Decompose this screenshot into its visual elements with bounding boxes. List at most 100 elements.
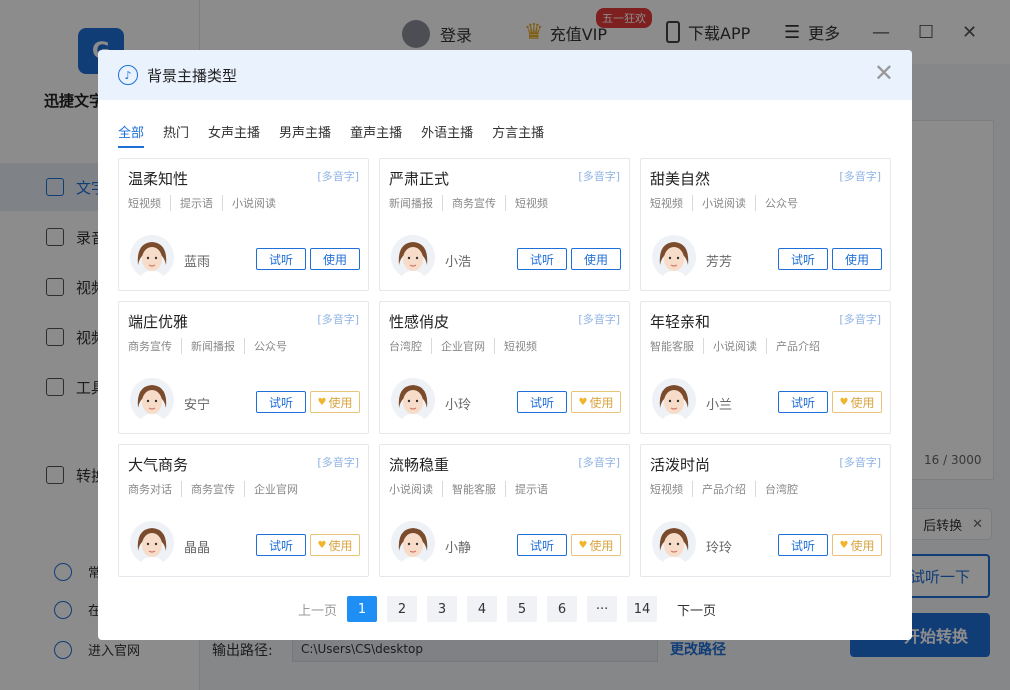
anchor-avatar <box>652 521 696 565</box>
vip-icon: ♥ <box>578 539 588 551</box>
card-tag: 企业官网 <box>254 483 298 496</box>
tab-2[interactable]: 女声主播 <box>208 122 260 148</box>
page-button[interactable]: 6 <box>547 596 578 622</box>
use-button[interactable]: ♥ 使用 <box>571 534 621 556</box>
polyphone-badge: [多音字] <box>839 456 881 469</box>
use-button[interactable]: 使用 <box>832 248 882 270</box>
card-tag: 提示语 <box>515 483 548 496</box>
card-tag: 智能客服 <box>650 338 704 354</box>
card-tag: 台湾腔 <box>389 338 432 354</box>
anchor-name: 小兰 <box>706 398 733 413</box>
card-tags: 短视频 提示语 小说阅读 <box>128 195 294 211</box>
card-title: 严肃正式 <box>389 170 450 188</box>
anchor-name: 小静 <box>445 541 472 556</box>
voice-card[interactable]: 活泼时尚 [多音字] 短视频 产品介绍 台湾腔 玲玲 试听 ♥ 使用 <box>640 444 891 577</box>
tab-4[interactable]: 童声主播 <box>350 122 402 148</box>
page-button[interactable]: ··· <box>587 596 618 622</box>
tab-1[interactable]: 热门 <box>163 122 189 148</box>
page-button[interactable]: 2 <box>387 596 418 622</box>
card-tag: 小说阅读 <box>702 195 756 211</box>
try-listen-button[interactable]: 试听 <box>517 248 567 270</box>
card-tag: 提示语 <box>180 195 223 211</box>
voice-card[interactable]: 大气商务 [多音字] 商务对话 商务宣传 企业官网 晶晶 试听 ♥ 使用 <box>118 444 369 577</box>
try-listen-button[interactable]: 试听 <box>256 391 306 413</box>
use-button[interactable]: 使用 <box>571 248 621 270</box>
polyphone-badge: [多音字] <box>578 170 620 183</box>
polyphone-badge: [多音字] <box>839 313 881 326</box>
card-tag: 短视频 <box>650 481 693 497</box>
card-title: 端庄优雅 <box>128 313 189 331</box>
use-button[interactable]: ♥ 使用 <box>832 534 882 556</box>
card-tag: 新闻播报 <box>389 195 443 211</box>
anchor-avatar <box>652 378 696 422</box>
card-tag: 公众号 <box>765 197 798 210</box>
page-button[interactable]: 5 <box>507 596 538 622</box>
card-title: 流畅稳重 <box>389 456 450 474</box>
page-button[interactable]: 4 <box>467 596 498 622</box>
card-title: 甜美自然 <box>650 170 711 188</box>
polyphone-badge: [多音字] <box>317 456 359 469</box>
tab-5[interactable]: 外语主播 <box>421 122 473 148</box>
card-tag: 短视频 <box>504 340 537 353</box>
card-tag: 商务宣传 <box>128 338 182 354</box>
anchor-name: 小玲 <box>445 398 472 413</box>
pagination: 上一页 1 2 3 4 5 6 ··· 14 下一页 <box>298 596 716 622</box>
card-tags: 短视频 小说阅读 公众号 <box>650 195 816 211</box>
try-listen-button[interactable]: 试听 <box>256 534 306 556</box>
use-button[interactable]: ♥ 使用 <box>832 391 882 413</box>
page-button[interactable]: 1 <box>347 596 378 622</box>
try-listen-button[interactable]: 试听 <box>778 534 828 556</box>
anchor-name: 晶晶 <box>184 541 211 556</box>
use-button[interactable]: 使用 <box>310 248 360 270</box>
voice-card[interactable]: 温柔知性 [多音字] 短视频 提示语 小说阅读 蓝雨 试听 使用 <box>118 158 369 291</box>
card-title: 年轻亲和 <box>650 313 711 331</box>
try-listen-button[interactable]: 试听 <box>778 391 828 413</box>
card-tags: 台湾腔 企业官网 短视频 <box>389 338 555 354</box>
anchor-name: 安宁 <box>184 398 211 413</box>
anchor-name: 小浩 <box>445 255 472 270</box>
card-tags: 商务宣传 新闻播报 公众号 <box>128 338 305 354</box>
card-tag: 商务宣传 <box>452 195 506 211</box>
voice-card[interactable]: 严肃正式 [多音字] 新闻播报 商务宣传 短视频 小浩 试听 使用 <box>379 158 630 291</box>
try-listen-button[interactable]: 试听 <box>256 248 306 270</box>
dialog-close-button[interactable]: ✕ <box>874 60 894 86</box>
card-tag: 小说阅读 <box>232 197 276 210</box>
card-title: 温柔知性 <box>128 170 189 188</box>
card-tag: 短视频 <box>650 195 693 211</box>
prev-page-button[interactable]: 上一页 <box>298 600 337 619</box>
use-button[interactable]: ♥ 使用 <box>571 391 621 413</box>
polyphone-badge: [多音字] <box>317 170 359 183</box>
music-note-icon: ♪ <box>118 65 138 85</box>
use-button[interactable]: ♥ 使用 <box>310 391 360 413</box>
page-button[interactable]: 14 <box>627 596 658 622</box>
tab-6[interactable]: 方言主播 <box>492 122 544 148</box>
anchor-avatar <box>391 235 435 279</box>
polyphone-badge: [多音字] <box>578 456 620 469</box>
card-tag: 产品介绍 <box>702 481 756 497</box>
try-listen-button[interactable]: 试听 <box>517 534 567 556</box>
category-tabs: 全部 热门 女声主播 男声主播 童声主播 外语主播 方言主播 <box>118 122 563 148</box>
card-tag: 小说阅读 <box>713 338 767 354</box>
tab-0[interactable]: 全部 <box>118 122 145 148</box>
card-tags: 商务对话 商务宣传 企业官网 <box>128 481 316 497</box>
use-button[interactable]: ♥ 使用 <box>310 534 360 556</box>
vip-icon: ♥ <box>839 396 849 408</box>
vip-icon: ♥ <box>839 539 849 551</box>
card-tags: 短视频 产品介绍 台湾腔 <box>650 481 816 497</box>
page-button[interactable]: 3 <box>427 596 458 622</box>
voice-card[interactable]: 甜美自然 [多音字] 短视频 小说阅读 公众号 芳芳 试听 使用 <box>640 158 891 291</box>
voice-card[interactable]: 年轻亲和 [多音字] 智能客服 小说阅读 产品介绍 小兰 试听 ♥ 使用 <box>640 301 891 434</box>
voice-card[interactable]: 流畅稳重 [多音字] 小说阅读 智能客服 提示语 小静 试听 ♥ 使用 <box>379 444 630 577</box>
try-listen-button[interactable]: 试听 <box>517 391 567 413</box>
next-page-button[interactable]: 下一页 <box>677 600 716 619</box>
anchor-type-dialog: ♪ 背景主播类型 ✕ 全部 热门 女声主播 男声主播 童声主播 外语主播 方言主播 温柔知性… <box>98 50 912 640</box>
card-tags: 小说阅读 智能客服 提示语 <box>389 481 566 497</box>
voice-card[interactable]: 性感俏皮 [多音字] 台湾腔 企业官网 短视频 小玲 试听 ♥ 使用 <box>379 301 630 434</box>
voice-card[interactable]: 端庄优雅 [多音字] 商务宣传 新闻播报 公众号 安宁 试听 ♥ 使用 <box>118 301 369 434</box>
vip-icon: ♥ <box>578 396 588 408</box>
tab-3[interactable]: 男声主播 <box>279 122 331 148</box>
try-listen-button[interactable]: 试听 <box>778 248 828 270</box>
polyphone-badge: [多音字] <box>839 170 881 183</box>
card-tag: 新闻播报 <box>191 338 245 354</box>
anchor-name: 玲玲 <box>706 541 733 556</box>
